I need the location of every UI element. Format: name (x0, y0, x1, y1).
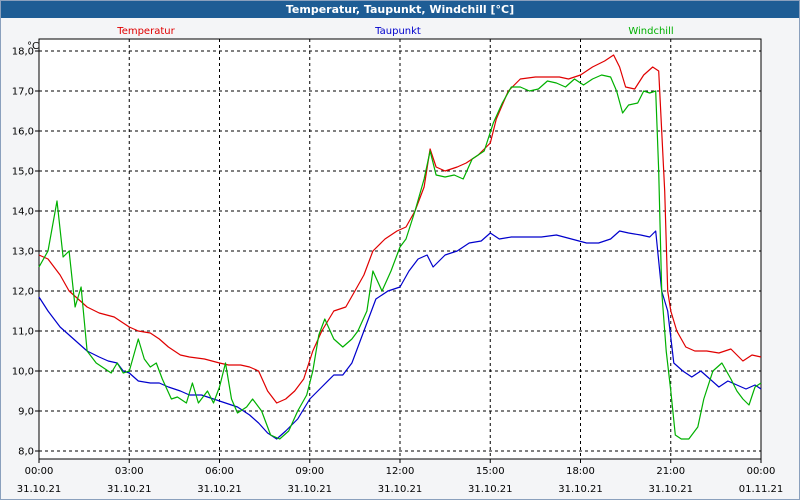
y-axis-label: °C (27, 41, 39, 52)
x-tick-time-label: 06:00 (205, 466, 234, 477)
y-tick-label: 9,0 (18, 407, 34, 418)
x-tick-time-label: 21:00 (656, 466, 685, 477)
x-tick-time-label: 03:00 (115, 466, 144, 477)
line-chart: 8,0 9,0 10,0 11,0 12,0 13,0 14,0 15,0 16,0 17,0 18… (12, 26, 784, 495)
y-tick-label: 11,0 (12, 327, 34, 338)
y-tick-label: 17,0 (12, 87, 34, 98)
chart-title: Temperatur, Taupunkt, Windchill [°C] (1, 1, 799, 18)
x-tick-time-label: 18:00 (566, 466, 595, 477)
x-tick-date-label: 31.10.21 (197, 484, 242, 495)
legend-windchill: Windchill (628, 26, 673, 37)
x-tick-date-label: 31.10.21 (17, 484, 62, 495)
y-tick-label: 13,0 (12, 247, 34, 258)
x-tick-date-label: 31.10.21 (378, 484, 423, 495)
chart-window: Temperatur, Taupunkt, Windchill [°C] 8,0… (0, 0, 800, 500)
x-tick-date-label: 31.10.21 (287, 484, 332, 495)
legend-temperatur: Temperatur (116, 26, 175, 37)
x-tick-date-label: 31.10.21 (558, 484, 603, 495)
x-tick-date-label: 01.11.21 (739, 484, 784, 495)
y-tick-label: 14,0 (12, 207, 34, 218)
x-tick-time-label: 00:00 (25, 466, 54, 477)
y-tick-label: 16,0 (12, 127, 34, 138)
x-tick-time-label: 12:00 (386, 466, 415, 477)
y-tick-label: 12,0 (12, 287, 34, 298)
legend-taupunkt: Taupunkt (374, 26, 421, 37)
y-tick-label: 10,0 (12, 367, 34, 378)
x-tick-time-label: 09:00 (295, 466, 324, 477)
y-tick-label: 8,0 (18, 447, 34, 458)
x-tick-date-label: 31.10.21 (107, 484, 152, 495)
y-tick-label: 15,0 (12, 167, 34, 178)
x-tick-time-label: 15:00 (476, 466, 505, 477)
x-tick-time-label: 00:00 (747, 466, 776, 477)
x-tick-date-label: 31.10.21 (468, 484, 513, 495)
x-tick-date-label: 31.10.21 (648, 484, 693, 495)
